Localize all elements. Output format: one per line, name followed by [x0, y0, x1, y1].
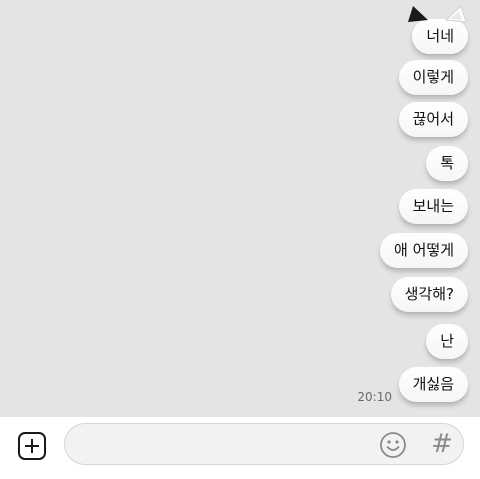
- smiley-icon[interactable]: [379, 431, 407, 459]
- message-text: 개싫음: [412, 375, 454, 393]
- message-text: 끊어서: [412, 110, 454, 128]
- message-timestamp: 20:10: [357, 390, 392, 404]
- message-bubble[interactable]: 개싫음: [398, 367, 468, 402]
- chat-area: 너네 이렇게 끊어서 톡 보내는 애 어떻게 생각해? 난 개싫음 20:10: [0, 0, 480, 417]
- message-text: 보내는: [412, 197, 454, 215]
- message-bubble[interactable]: 애 어떻게: [380, 233, 468, 268]
- message-text: 이렇게: [412, 68, 454, 86]
- message-bubble[interactable]: 톡: [426, 146, 468, 181]
- message-text: 생각해?: [404, 285, 454, 303]
- plus-square-icon[interactable]: [17, 431, 47, 461]
- message-bubble[interactable]: 난: [426, 324, 468, 359]
- message-input-box[interactable]: #: [64, 423, 464, 466]
- message-text: 난: [440, 332, 454, 350]
- message-bubble[interactable]: 보내는: [398, 189, 468, 224]
- message-text: 톡: [440, 154, 454, 172]
- message-bubble[interactable]: 끊어서: [398, 102, 468, 137]
- input-bar: #: [0, 417, 480, 479]
- message-input[interactable]: [81, 424, 375, 466]
- message-bubble[interactable]: 이렇게: [398, 60, 468, 95]
- cat-ears-icon: [408, 6, 467, 23]
- hash-icon[interactable]: #: [429, 428, 455, 460]
- message-text: 애 어떻게: [394, 241, 454, 259]
- message-bubble[interactable]: 생각해?: [390, 277, 468, 312]
